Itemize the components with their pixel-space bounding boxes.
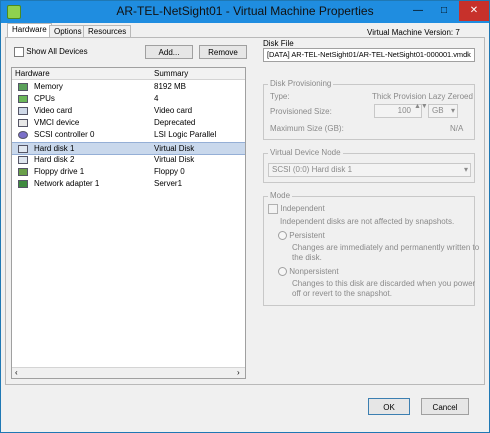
mode-label: Mode: [268, 191, 293, 200]
list-item-video-card[interactable]: Video card Video card: [12, 105, 245, 117]
hardware-name: VMCI device: [34, 118, 80, 127]
column-hardware[interactable]: Hardware: [15, 69, 50, 78]
virtual-device-node-group: Virtual Device Node SCSI (0:0) Hard disk…: [263, 148, 475, 183]
horizontal-scrollbar[interactable]: ‹ ›: [12, 367, 245, 378]
persistent-description-2: the disk.: [292, 253, 322, 262]
hardware-list-header: Hardware Summary: [12, 68, 245, 80]
cancel-button[interactable]: Cancel: [421, 398, 469, 415]
hardware-summary: LSI Logic Parallel: [154, 130, 217, 139]
type-value: Thick Provision Lazy Zeroed: [372, 92, 473, 101]
persistent-description-1: Changes are immediately and permanently …: [292, 243, 480, 252]
column-summary[interactable]: Summary: [154, 69, 188, 78]
radio-circle[interactable]: [278, 231, 287, 241]
type-label: Type:: [270, 92, 290, 101]
show-all-devices-label: Show All Devices: [26, 47, 88, 57]
radio-circle[interactable]: [278, 267, 287, 277]
vm-properties-window: AR-TEL-NetSight01 - Virtual Machine Prop…: [0, 0, 490, 433]
provisioned-size-label: Provisioned Size:: [270, 107, 332, 116]
disk-provisioning-group: Disk Provisioning Type: Thick Provision …: [263, 79, 475, 140]
chevron-down-icon: ▾: [463, 165, 468, 174]
spin-up-down-icon[interactable]: ▲▼: [414, 103, 428, 110]
remove-hardware-button[interactable]: Remove: [199, 45, 247, 59]
nonpersistent-description-1: Changes to this disk are discarded when …: [292, 279, 476, 288]
persistent-radio[interactable]: Persistent: [278, 231, 325, 241]
hardware-name: SCSI controller 0: [34, 130, 95, 139]
hardware-summary: Deprecated: [154, 118, 196, 127]
list-item-floppy-drive[interactable]: Floppy drive 1 Floppy 0: [12, 166, 245, 178]
checkbox-box[interactable]: [268, 204, 278, 214]
maximum-size-value: N/A: [450, 124, 464, 133]
virtual-device-node-label: Virtual Device Node: [268, 148, 343, 157]
hardware-summary: Floppy 0: [154, 167, 185, 176]
size-unit-value: GB: [432, 106, 444, 115]
nonpersistent-description-2: off or revert to the snapshot.: [292, 289, 392, 298]
ok-button[interactable]: OK: [368, 398, 410, 415]
scsi-controller-icon: [18, 131, 28, 139]
add-hardware-button[interactable]: Add...: [145, 45, 193, 59]
list-item-hard-disk-2[interactable]: Hard disk 2 Virtual Disk: [12, 154, 245, 166]
title-bar[interactable]: AR-TEL-NetSight01 - Virtual Machine Prop…: [1, 1, 489, 23]
nonpersistent-label: Nonpersistent: [289, 267, 339, 276]
hardware-name: Hard disk 2: [34, 155, 75, 164]
persistent-label: Persistent: [289, 231, 325, 240]
scroll-left-icon[interactable]: ‹: [15, 368, 18, 378]
hardware-name: Video card: [34, 106, 73, 115]
hardware-name: Network adapter 1: [34, 179, 100, 188]
disk-provisioning-label: Disk Provisioning: [268, 79, 334, 88]
close-button[interactable]: ✕: [459, 1, 489, 21]
maximize-button[interactable]: □: [431, 1, 457, 21]
vmci-icon: [18, 119, 28, 127]
independent-checkbox[interactable]: Independent: [268, 204, 325, 214]
hardware-summary: 4: [154, 94, 159, 103]
list-item-vmci-device[interactable]: VMCI device Deprecated: [12, 117, 245, 129]
hardware-name: Floppy drive 1: [34, 167, 85, 176]
virtual-device-node-select[interactable]: SCSI (0:0) Hard disk 1 ▾: [268, 163, 471, 177]
hard-disk-icon: [18, 145, 28, 153]
hardware-list[interactable]: Hardware Summary Memory 8192 MB CPUs 4 V…: [11, 67, 246, 379]
nonpersistent-radio[interactable]: Nonpersistent: [278, 267, 339, 277]
hard-disk-icon: [18, 156, 28, 164]
checkbox-box[interactable]: [14, 47, 24, 57]
maximum-size-label: Maximum Size (GB):: [270, 124, 344, 133]
hardware-summary: Virtual Disk: [154, 155, 195, 164]
hardware-name: Memory: [34, 82, 63, 91]
cpu-icon: [18, 95, 28, 103]
hardware-summary: Server1: [154, 179, 183, 188]
size-unit-select[interactable]: GB ▾: [428, 104, 458, 118]
virtual-device-node-value: SCSI (0:0) Hard disk 1: [272, 165, 353, 174]
hardware-summary: Video card: [154, 106, 193, 115]
floppy-icon: [18, 168, 28, 176]
list-item-scsi-controller[interactable]: SCSI controller 0 LSI Logic Parallel: [12, 129, 245, 141]
mode-group: Mode Independent Independent disks are n…: [263, 191, 479, 306]
memory-icon: [18, 83, 28, 91]
independent-description: Independent disks are not affected by sn…: [280, 217, 455, 226]
vm-version-label: Virtual Machine Version: 7: [367, 28, 460, 37]
chevron-down-icon: ▾: [450, 106, 455, 115]
network-adapter-icon: [18, 180, 28, 188]
minimize-button[interactable]: —: [405, 1, 431, 21]
list-item-memory[interactable]: Memory 8192 MB: [12, 81, 245, 93]
tab-hardware[interactable]: Hardware: [7, 23, 52, 38]
hardware-summary: 8192 MB: [154, 82, 187, 91]
disk-file-field[interactable]: [DATA] AR-TEL-NetSight01/AR-TEL-NetSight…: [263, 48, 475, 62]
hardware-name: CPUs: [34, 94, 55, 103]
list-item-cpus[interactable]: CPUs 4: [12, 93, 245, 105]
show-all-devices-checkbox[interactable]: Show All Devices: [14, 47, 88, 57]
scroll-right-icon[interactable]: ›: [237, 368, 240, 378]
list-item-network-adapter[interactable]: Network adapter 1 Server1: [12, 178, 245, 190]
independent-label: Independent: [280, 204, 325, 214]
disk-file-label: Disk File: [263, 39, 294, 48]
video-card-icon: [18, 107, 28, 115]
